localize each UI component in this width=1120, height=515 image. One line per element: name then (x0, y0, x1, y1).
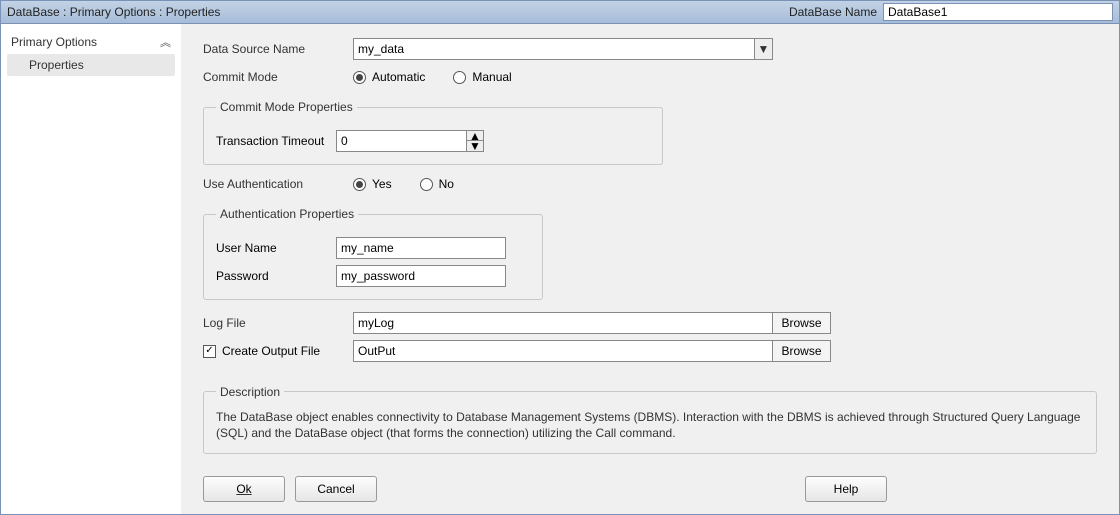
titlebar: DataBase : Primary Options : Properties … (0, 0, 1120, 24)
data-source-label: Data Source Name (203, 42, 353, 56)
radio-icon (453, 71, 466, 84)
authentication-properties-group: Authentication Properties User Name Pass… (203, 207, 543, 300)
sidebar-heading: Primary Options (11, 35, 97, 49)
cancel-button[interactable]: Cancel (295, 476, 377, 502)
transaction-timeout-label: Transaction Timeout (216, 134, 336, 148)
description-text: The DataBase object enables connectivity… (216, 409, 1084, 441)
use-auth-label: Use Authentication (203, 177, 353, 191)
collapse-icon[interactable]: ︽ (160, 34, 171, 50)
commit-mode-label: Commit Mode (203, 70, 353, 84)
commit-mode-automatic-radio[interactable]: Automatic (353, 70, 425, 84)
database-name-label: DataBase Name (789, 5, 877, 19)
create-output-label: Create Output File (222, 344, 320, 358)
ok-button[interactable]: Ok (203, 476, 285, 502)
commit-mode-manual-radio[interactable]: Manual (453, 70, 511, 84)
use-auth-no-radio[interactable]: No (420, 177, 454, 191)
radio-icon (353, 178, 366, 191)
commit-props-legend: Commit Mode Properties (216, 100, 357, 114)
description-group: Description The DataBase object enables … (203, 385, 1097, 454)
password-label: Password (216, 269, 336, 283)
auth-legend: Authentication Properties (216, 207, 358, 221)
chevron-down-icon: ▼ (758, 42, 770, 56)
help-button[interactable]: Help (805, 476, 887, 502)
commit-mode-properties-group: Commit Mode Properties Transaction Timeo… (203, 100, 663, 165)
spin-down-button[interactable]: ▼ (467, 141, 483, 151)
output-browse-button[interactable]: Browse (773, 340, 831, 362)
description-legend: Description (216, 385, 284, 399)
content-area: Primary Options ︽ Properties Data Source… (0, 24, 1120, 515)
radio-icon (420, 178, 433, 191)
username-input[interactable] (336, 237, 506, 259)
sidebar: Primary Options ︽ Properties (1, 24, 181, 514)
sidebar-item-primary-options[interactable]: Primary Options ︽ (7, 32, 175, 52)
logfile-browse-button[interactable]: Browse (773, 312, 831, 334)
username-label: User Name (216, 241, 336, 255)
data-source-input[interactable] (353, 38, 755, 60)
logfile-input[interactable] (353, 312, 773, 334)
main-panel: Data Source Name ▼ Commit Mode Automatic… (181, 24, 1119, 514)
create-output-checkbox[interactable]: ✓ (203, 345, 216, 358)
button-bar: Ok Cancel Help (203, 476, 1097, 502)
sidebar-item-properties[interactable]: Properties (7, 54, 175, 76)
database-name-input[interactable] (883, 3, 1113, 21)
radio-icon (353, 71, 366, 84)
output-file-input[interactable] (353, 340, 773, 362)
data-source-dropdown-button[interactable]: ▼ (755, 38, 773, 60)
chevron-down-icon: ▼ (469, 139, 481, 153)
password-input[interactable] (336, 265, 506, 287)
use-auth-yes-radio[interactable]: Yes (353, 177, 392, 191)
breadcrumb: DataBase : Primary Options : Properties (7, 5, 220, 19)
logfile-label: Log File (203, 316, 353, 330)
transaction-timeout-input[interactable] (336, 130, 466, 152)
